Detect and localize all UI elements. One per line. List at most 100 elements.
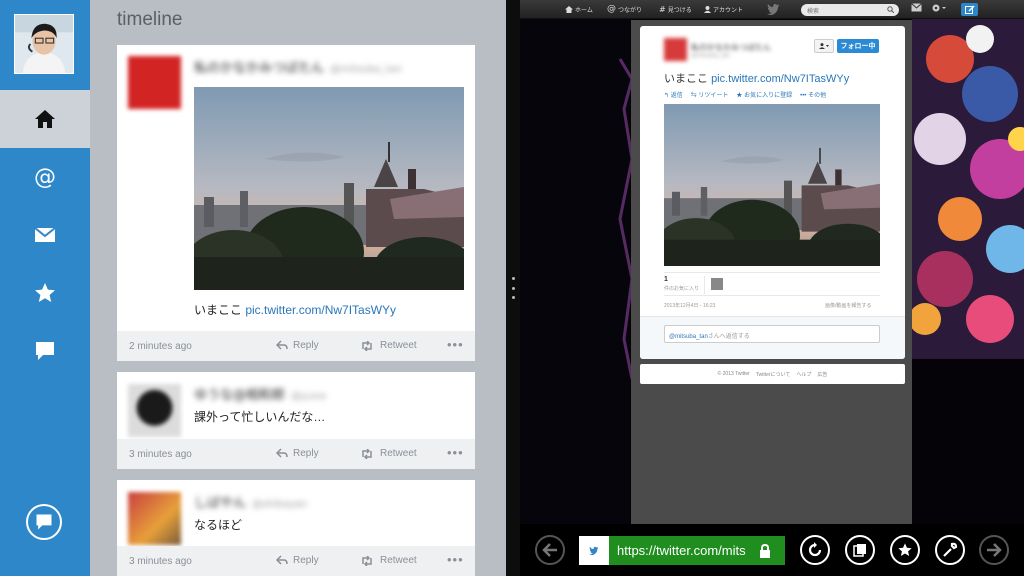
tweet-text: なるほど — [194, 518, 243, 532]
tweet-avatar[interactable] — [128, 56, 181, 109]
reply-icon — [276, 448, 288, 458]
tweet-author[interactable]: 私のかなかみつばたん @mitsuba_tan — [194, 57, 402, 76]
footer-help[interactable]: ヘルプ — [796, 371, 811, 378]
twitter-topbar: ホーム @ つながり # 見つける アカウント 検索 — [520, 0, 1024, 19]
refresh-icon — [808, 542, 822, 557]
forward-button[interactable] — [979, 535, 1009, 565]
twitter-bird-icon — [589, 546, 599, 555]
mail-icon[interactable] — [911, 3, 922, 12]
tweet-avatar[interactable] — [128, 384, 181, 437]
tweet-time: 3 minutes ago — [129, 556, 192, 567]
favorite-count[interactable]: 1 — [664, 276, 668, 283]
snap-splitter[interactable] — [506, 0, 520, 576]
compose-button[interactable] — [26, 504, 62, 540]
twitter-bird-icon — [767, 4, 780, 15]
divider — [704, 276, 705, 294]
follow-button[interactable]: フォロー中 — [837, 39, 879, 53]
more-button[interactable]: ••• — [447, 445, 464, 460]
tweet-card[interactable]: 私のかなかみつばたん @mitsuba_tan いまここ pic.twitter… — [117, 45, 475, 361]
url-field[interactable]: https://twitter.com/mits — [579, 536, 785, 565]
tweet-text: いまここ pic.twitter.com/Nw7ITasWYy — [194, 303, 397, 317]
nav-mentions[interactable]: @ — [0, 148, 90, 206]
person-icon — [704, 6, 711, 13]
reply-input[interactable]: @mitsuba_tanさんへ返信する — [664, 325, 880, 343]
arrow-left-icon — [542, 543, 557, 557]
tweet-link[interactable]: pic.twitter.com/Nw7ITasWYy — [245, 303, 396, 317]
site-favicon — [579, 536, 609, 565]
reply-area: @mitsuba_tanさんへ返信する — [640, 316, 905, 359]
footer-ads[interactable]: 広告 — [817, 371, 827, 378]
tweet-photo[interactable] — [664, 104, 880, 266]
tweet-link[interactable]: pic.twitter.com/Nw7ITasWYy — [711, 73, 849, 85]
tweet-avatar[interactable] — [128, 492, 181, 545]
tweet-footer: 3 minutes ago Reply Retweet ••• — [117, 439, 475, 469]
tweet-time: 3 minutes ago — [129, 449, 192, 460]
author-handle[interactable]: @mitsuba_tan — [691, 53, 730, 59]
author-avatar[interactable] — [664, 38, 687, 61]
url-text[interactable]: https://twitter.com/mits — [617, 543, 753, 558]
footer-copyright: © 2013 Twitter — [717, 371, 750, 377]
tweet-permalink: 私のかなかみつばたん @mitsuba_tan フォロー中 いまここ pic.t… — [640, 26, 905, 359]
lock-icon[interactable] — [759, 543, 771, 558]
reply-action[interactable]: ↰ 返信 — [664, 90, 683, 99]
tweet-photo[interactable] — [194, 87, 464, 290]
tabs-button[interactable] — [845, 535, 875, 565]
tweet-text: 課外って忙しいんだな… — [194, 410, 326, 424]
compose-icon — [36, 514, 52, 530]
compose-tweet-button[interactable] — [961, 3, 978, 16]
search-icon — [887, 6, 894, 13]
back-button[interactable] — [535, 535, 565, 565]
retweet-button[interactable]: Retweet — [360, 448, 417, 459]
tweet-time: 2 minutes ago — [129, 341, 192, 352]
tweet-author[interactable]: ゆうな@相和郎 @yuna — [194, 384, 326, 403]
star-icon — [35, 283, 55, 302]
svg-text:@: @ — [34, 165, 56, 189]
tabs-icon — [853, 544, 866, 557]
at-icon: @ — [34, 165, 56, 189]
topbar-discover[interactable]: # 見つける — [659, 5, 692, 15]
person-dropdown-icon — [819, 43, 829, 49]
nav-home[interactable] — [0, 90, 90, 148]
topbar-connect[interactable]: @ つながり — [607, 5, 642, 15]
tweet-author[interactable]: しばやん @shibayan — [194, 492, 307, 511]
more-action[interactable]: ••• その他 — [800, 90, 826, 99]
footer-about[interactable]: Twitterについて — [756, 371, 791, 378]
favorite-label: 件のお気に入り — [664, 286, 700, 292]
twitter-app: @ timeline 私のかなかみつばたん @mitsuba_tan いまここ … — [0, 0, 506, 576]
refresh-button[interactable] — [800, 535, 830, 565]
reply-button[interactable]: Reply — [276, 555, 319, 566]
splitter-grip[interactable] — [510, 277, 516, 299]
nav-messages[interactable] — [0, 206, 90, 264]
page-tools-button[interactable] — [935, 535, 965, 565]
wrench-icon — [943, 542, 958, 557]
browser-window: ホーム @ つながり # 見つける アカウント 検索 私のかなかみつばたん @m… — [520, 0, 1024, 576]
retweet-button[interactable]: Retweet — [360, 555, 417, 566]
reply-button[interactable]: Reply — [276, 340, 319, 351]
tweet-footer: 3 minutes ago Reply Retweet ••• — [117, 546, 475, 576]
gear-icon[interactable] — [931, 3, 947, 13]
topbar-account[interactable]: アカウント — [704, 5, 743, 14]
favoriter-avatar[interactable] — [711, 278, 723, 290]
author-name[interactable]: 私のかなかみつばたん — [691, 42, 771, 53]
nav-favorites[interactable] — [0, 264, 90, 322]
favorites-button[interactable] — [890, 535, 920, 565]
report-media-link[interactable]: 画像/動画を報告する — [825, 302, 871, 309]
tweet-card[interactable]: しばやん @shibayan なるほど 3 minutes ago Reply R… — [117, 480, 475, 576]
search-input[interactable]: 検索 — [801, 4, 899, 16]
retweet-icon — [362, 340, 372, 351]
tweet-text: いまここ pic.twitter.com/Nw7ITasWYy — [664, 73, 850, 85]
topbar-home[interactable]: ホーム — [565, 5, 593, 14]
home-icon — [35, 110, 55, 128]
avatar[interactable] — [14, 14, 74, 74]
more-button[interactable]: ••• — [447, 552, 464, 567]
nav-lists[interactable] — [0, 322, 90, 380]
retweet-button[interactable]: Retweet — [360, 340, 417, 351]
reply-icon — [276, 340, 288, 350]
tweet-card[interactable]: ゆうな@相和郎 @yuna 課外って忙しいんだな… 3 minutes ago R… — [117, 372, 475, 469]
more-button[interactable]: ••• — [447, 337, 464, 352]
user-actions-button[interactable] — [814, 39, 834, 53]
reply-button[interactable]: Reply — [276, 448, 319, 459]
favorite-action[interactable]: ★ お気に入りに登録 — [736, 90, 792, 99]
tweet-actions: ↰ 返信 ⇆ リツイート ★ お気に入りに登録 ••• その他 — [664, 90, 826, 99]
retweet-action[interactable]: ⇆ リツイート — [691, 90, 729, 99]
